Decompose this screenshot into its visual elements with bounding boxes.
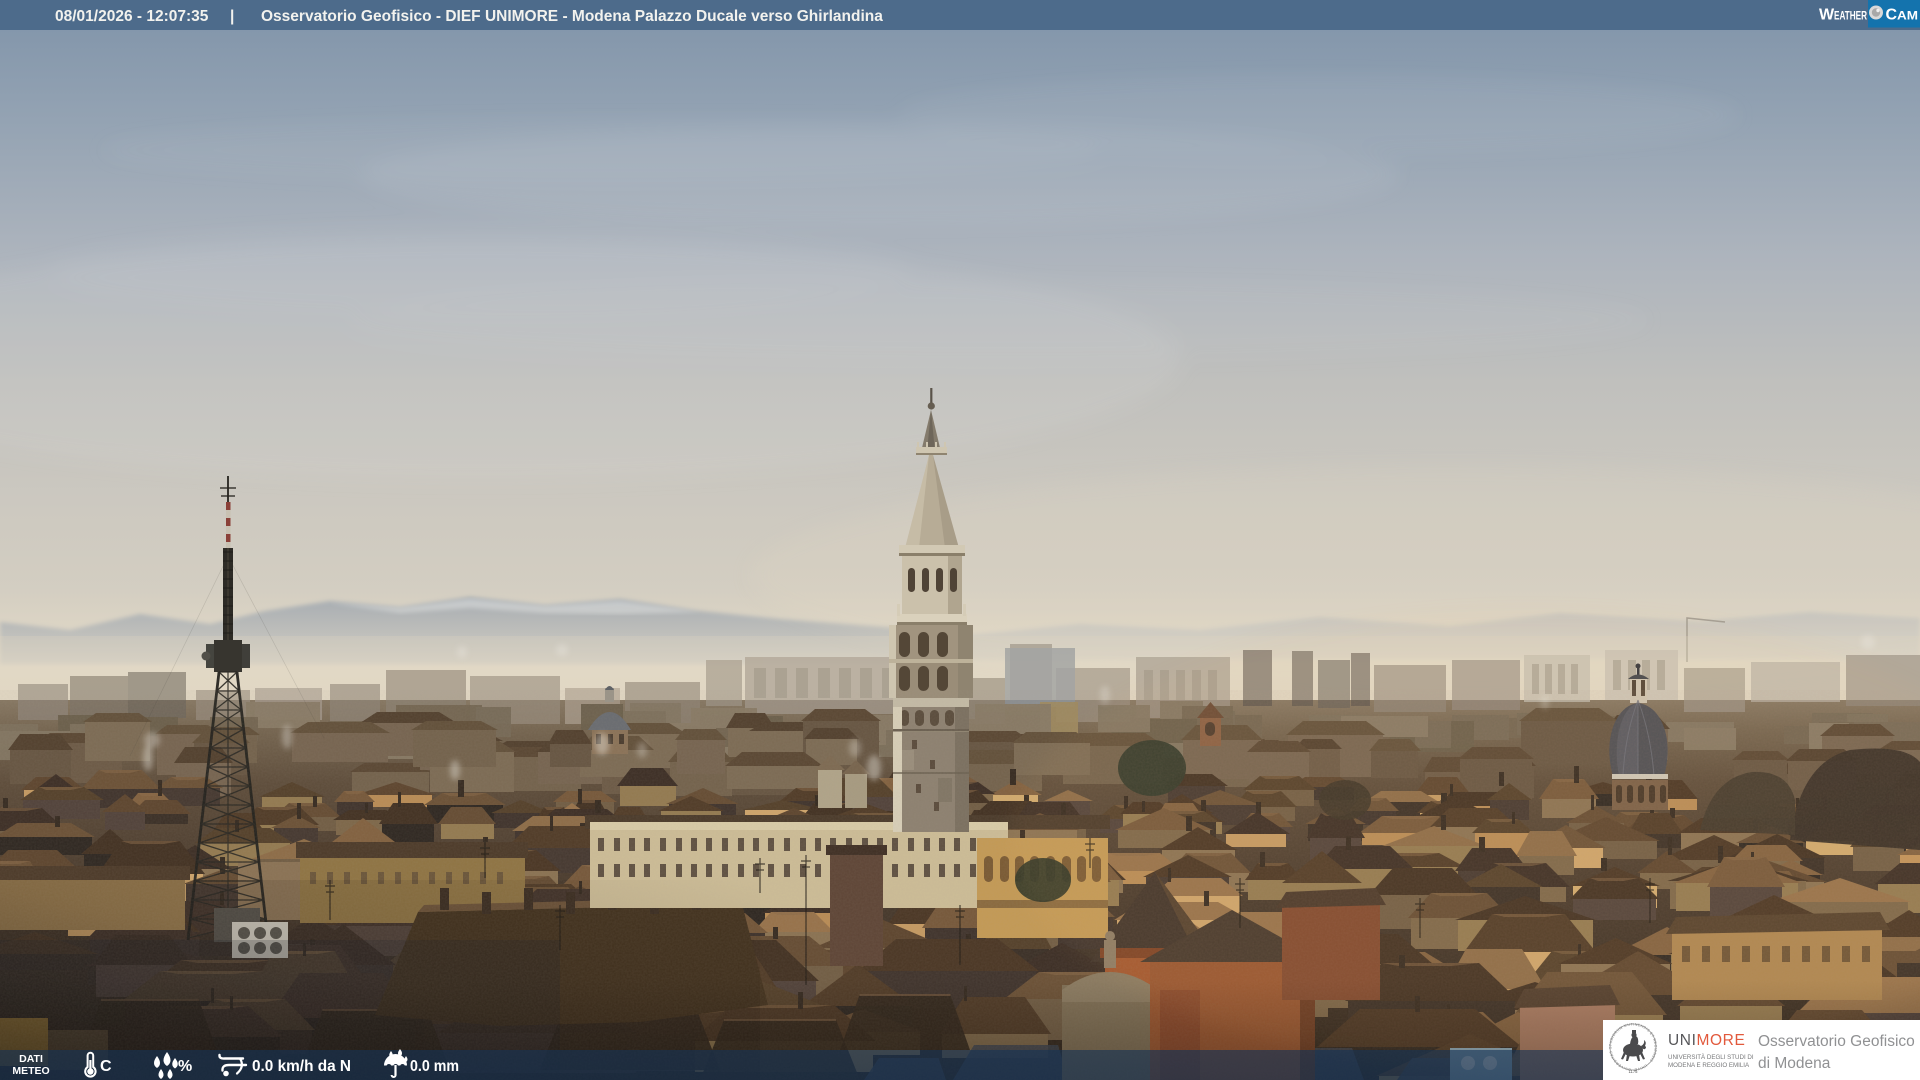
svg-text:C: C: [1886, 7, 1898, 24]
svg-text:%: %: [178, 1058, 192, 1075]
svg-text:1175: 1175: [1628, 1069, 1638, 1074]
svg-text:Osservatorio Geofisico: Osservatorio Geofisico: [1758, 1033, 1915, 1050]
svg-text:|: |: [230, 8, 234, 25]
svg-text:08/01/2026 - 12:07:35: 08/01/2026 - 12:07:35: [55, 8, 209, 25]
svg-text:METEO: METEO: [12, 1065, 49, 1077]
svg-text:UNIVERSITÀ DEGLI STUDI DI: UNIVERSITÀ DEGLI STUDI DI: [1668, 1054, 1754, 1061]
svg-text:Osservatorio Geofisico - DIEF: Osservatorio Geofisico - DIEF UNIMORE - …: [261, 8, 883, 25]
svg-text:AM: AM: [1897, 9, 1918, 23]
svg-text:MODENA E REGGIO EMILIA: MODENA E REGGIO EMILIA: [1668, 1062, 1750, 1069]
svg-text:W: W: [1819, 7, 1835, 24]
svg-text:di Modena: di Modena: [1758, 1055, 1831, 1072]
svg-text:0.0 km/h da N: 0.0 km/h da N: [252, 1058, 351, 1075]
svg-text:UNIVERSITAS STUDIORUM MUTINENS: UNIVERSITAS STUDIORUM MUTINENSIS ET REGI…: [0, 0, 1658, 1072]
svg-text:EATHER: EATHER: [1834, 9, 1867, 23]
svg-text:DATI: DATI: [19, 1053, 43, 1065]
svg-text:C: C: [100, 1058, 112, 1075]
svg-text:0.0 mm: 0.0 mm: [410, 1058, 459, 1075]
svg-text:UNIMORE: UNIMORE: [1668, 1032, 1745, 1049]
